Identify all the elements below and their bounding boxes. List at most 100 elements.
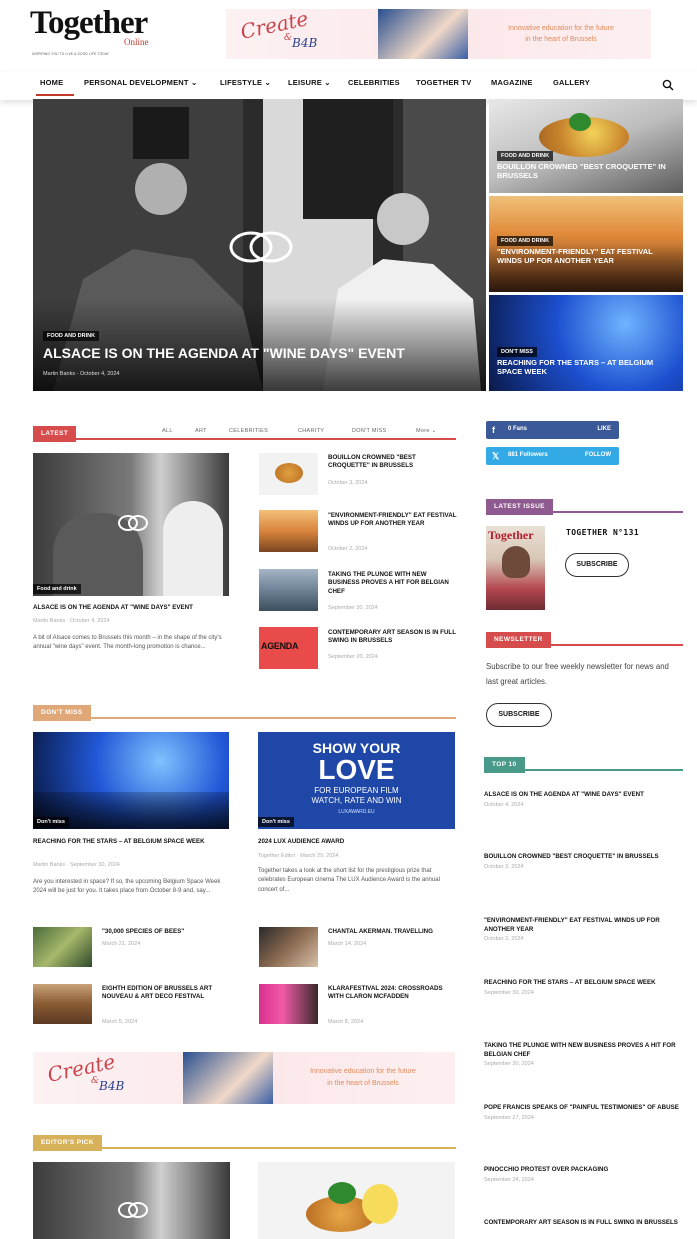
dont-miss-small-title-3[interactable]: EIGHTH EDITION OF BRUSSELS ART NOUVEAU &… bbox=[102, 985, 232, 1002]
facebook-follow-widget[interactable]: f 0 Fans LIKE bbox=[486, 421, 619, 439]
banner-amp: & bbox=[284, 33, 293, 43]
editors-pick-thumb-1[interactable] bbox=[33, 1162, 230, 1239]
category-badge[interactable]: FOOD AND DRINK bbox=[497, 151, 554, 161]
newsletter-label: NEWSLETTER bbox=[486, 632, 551, 648]
nav-magazine[interactable]: MAGAZINE bbox=[491, 78, 533, 87]
category-badge[interactable]: Don't miss bbox=[258, 817, 294, 827]
editors-pick-label: EDITOR'S PICK bbox=[33, 1135, 102, 1151]
latest-list-date-3: September 30, 2024 bbox=[328, 605, 378, 611]
dont-miss-right-title[interactable]: 2024 LUX AUDIENCE AWARD bbox=[258, 838, 455, 846]
hero-side-title-3[interactable]: REACHING FOR THE STARS – AT BELGIUM SPAC… bbox=[497, 358, 677, 376]
hero-side-title-2[interactable]: "ENVIRONMENT-FRIENDLY" EAT FESTIVAL WIND… bbox=[497, 247, 677, 265]
top10-item-8[interactable]: CONTEMPORARY ART SEASON IS IN FULL SWING… bbox=[484, 1219, 684, 1228]
top10-item-1[interactable]: ALSACE IS ON THE AGENDA AT "WINE DAYS" E… bbox=[484, 791, 684, 808]
newsletter-subscribe-button[interactable]: SUBSCRIBE bbox=[486, 703, 552, 727]
latest-list-thumb-3[interactable] bbox=[259, 569, 318, 611]
hero-side-article-3[interactable]: DON'T MISS REACHING FOR THE STARS – AT B… bbox=[489, 295, 683, 391]
tab-dont-miss[interactable]: DON'T MISS bbox=[352, 428, 387, 434]
header-banner-ad[interactable]: Create & B4B Innovative education for th… bbox=[226, 9, 651, 59]
category-badge[interactable]: FOOD AND DRINK bbox=[43, 331, 100, 341]
latest-list-date-1: October 3, 2024 bbox=[328, 480, 368, 486]
tab-celebrities[interactable]: CELEBRITIES bbox=[229, 428, 268, 434]
banner-brand: B4B bbox=[99, 1079, 125, 1093]
hero-side-title-1[interactable]: BOUILLON CROWNED "BEST CROQUETTE" IN BRU… bbox=[497, 162, 677, 180]
latest-main-title[interactable]: ALSACE IS ON THE AGENDA AT "WINE DAYS" E… bbox=[33, 604, 233, 612]
subscribe-button[interactable]: SUBSCRIBE bbox=[565, 553, 629, 577]
dont-miss-small-title-4[interactable]: KLARAFESTIVAL 2024: CROSSROADS WITH CLAR… bbox=[328, 985, 458, 1002]
lux-ad-line-5: LUXAWARD.EU bbox=[338, 809, 375, 815]
dont-miss-small-title-1[interactable]: "30,000 SPECIES OF BEES" bbox=[102, 928, 232, 936]
nav-leisure[interactable]: LEISURE ⌄ bbox=[288, 78, 331, 87]
dont-miss-small-title-2[interactable]: CHANTAL AKERMAN. TRAVELLING bbox=[328, 928, 458, 936]
x-twitter-icon: 𝕏 bbox=[492, 451, 500, 461]
tab-all[interactable]: ALL bbox=[162, 428, 173, 434]
dont-miss-left-thumb[interactable]: Don't miss bbox=[33, 732, 229, 829]
nav-gallery[interactable]: GALLERY bbox=[553, 78, 590, 87]
hero-side-article-1[interactable]: FOOD AND DRINK BOUILLON CROWNED "BEST CR… bbox=[489, 99, 683, 193]
top10-item-6[interactable]: POPE FRANCIS SPEAKS OF "PAINFUL TESTIMON… bbox=[484, 1104, 684, 1121]
dont-miss-small-thumb-3[interactable] bbox=[33, 984, 92, 1024]
dont-miss-right-excerpt: Together takes a look at the short list … bbox=[258, 868, 440, 893]
twitter-follow-widget[interactable]: 𝕏 881 Followers FOLLOW bbox=[486, 447, 619, 465]
mid-banner-ad[interactable]: Create & B4B Innovative education for th… bbox=[33, 1052, 455, 1104]
nav-together-tv[interactable]: TOGETHER TV bbox=[416, 78, 471, 87]
latest-list-thumb-1[interactable] bbox=[259, 453, 318, 495]
top10-item-3[interactable]: "ENVIRONMENT-FRIENDLY" EAT FESTIVAL WIND… bbox=[484, 917, 684, 942]
top10-label: TOP 10 bbox=[484, 757, 525, 773]
category-badge[interactable]: FOOD AND DRINK bbox=[497, 236, 554, 246]
category-badge[interactable]: Food and drink bbox=[33, 584, 81, 594]
logo-subtitle: Online bbox=[124, 37, 149, 47]
tab-charity[interactable]: CHARITY bbox=[298, 428, 324, 434]
site-logo[interactable]: Together bbox=[30, 7, 148, 40]
editors-pick-thumb-2[interactable] bbox=[258, 1162, 455, 1239]
dont-miss-small-thumb-2[interactable] bbox=[259, 927, 318, 967]
hero-main-title[interactable]: ALSACE IS ON THE AGENDA AT "WINE DAYS" E… bbox=[43, 345, 463, 361]
banner-photo bbox=[378, 9, 468, 59]
issue-title[interactable]: TOGETHER N°131 bbox=[566, 528, 639, 537]
latest-list-thumb-4[interactable]: AGENDA bbox=[259, 627, 318, 669]
latest-list-title-1[interactable]: BOUILLON CROWNED "BEST CROQUETTE" IN BRU… bbox=[328, 454, 458, 471]
magazine-cover[interactable]: Together bbox=[486, 526, 545, 610]
latest-list-title-2[interactable]: "ENVIRONMENT-FRIENDLY" EAT FESTIVAL WIND… bbox=[328, 512, 458, 529]
category-badge[interactable]: Don't miss bbox=[33, 817, 69, 827]
twitter-follow-button[interactable]: FOLLOW bbox=[585, 452, 611, 458]
latest-main-excerpt: A bit of Alsace comes to Brussels this m… bbox=[33, 635, 222, 651]
top10-item-4[interactable]: REACHING FOR THE STARS – AT BELGIUM SPAC… bbox=[484, 979, 684, 996]
dont-miss-left-title[interactable]: REACHING FOR THE STARS – AT BELGIUM SPAC… bbox=[33, 838, 229, 846]
dont-miss-small-date-3: March 5, 2024 bbox=[102, 1019, 138, 1025]
top10-item-2[interactable]: BOUILLON CROWNED "BEST CROQUETTE" IN BRU… bbox=[484, 853, 684, 870]
dont-miss-right-thumb[interactable]: SHOW YOUR LOVE FOR EUROPEAN FILM WATCH, … bbox=[258, 732, 455, 829]
latest-main-meta: Martin Banks · October 4, 2024 bbox=[33, 618, 110, 624]
category-badge[interactable]: DON'T MISS bbox=[497, 347, 537, 357]
cover-portrait bbox=[502, 546, 530, 578]
latest-main-thumb[interactable]: Food and drink bbox=[33, 453, 229, 596]
hero-side-article-2[interactable]: FOOD AND DRINK "ENVIRONMENT-FRIENDLY" EA… bbox=[489, 196, 683, 292]
nav-lifestyle[interactable]: LIFESTYLE ⌄ bbox=[220, 78, 271, 87]
banner-line-2: in the heart of Brussels bbox=[525, 36, 597, 43]
post-date: October 4, 2024 bbox=[70, 618, 110, 624]
dont-miss-label: DON'T MISS bbox=[33, 705, 91, 721]
tab-more[interactable]: More ⌄ bbox=[416, 428, 436, 434]
lux-ad-line-4: WATCH, RATE AND WIN bbox=[311, 796, 402, 805]
latest-list-title-4[interactable]: CONTEMPORARY ART SEASON IS IN FULL SWING… bbox=[328, 629, 458, 646]
top10-item-7[interactable]: PINOCCHIO PROTEST OVER PACKAGING Septembe… bbox=[484, 1166, 684, 1183]
hero-main-meta: Martin Banks · October 4, 2024 bbox=[43, 371, 120, 377]
author-name[interactable]: Martin Banks bbox=[43, 371, 75, 377]
facebook-like-button[interactable]: LIKE bbox=[597, 426, 611, 432]
hero-main-article[interactable]: FOOD AND DRINK ALSACE IS ON THE AGENDA A… bbox=[33, 99, 486, 391]
search-icon[interactable] bbox=[662, 78, 674, 91]
nav-personal-development[interactable]: PERSONAL DEVELOPMENT ⌄ bbox=[84, 78, 198, 87]
site-tagline: INSPIRING YOU TO LIVE A GOOD LIFE TODAY bbox=[32, 52, 110, 56]
author-name[interactable]: Together Editor bbox=[258, 853, 295, 859]
author-name[interactable]: Martin Banks bbox=[33, 862, 65, 868]
tab-art[interactable]: ART bbox=[195, 428, 207, 434]
nav-celebrities[interactable]: CELEBRITIES bbox=[348, 78, 400, 87]
author-name[interactable]: Martin Banks bbox=[33, 618, 65, 624]
latest-list-title-3[interactable]: TAKING THE PLUNGE WITH NEW BUSINESS PROV… bbox=[328, 571, 458, 596]
dont-miss-small-thumb-1[interactable] bbox=[33, 927, 92, 967]
top10-item-5[interactable]: TAKING THE PLUNGE WITH NEW BUSINESS PROV… bbox=[484, 1042, 684, 1067]
latest-list-thumb-2[interactable] bbox=[259, 510, 318, 552]
nav-home[interactable]: HOME bbox=[40, 78, 63, 87]
dont-miss-small-thumb-4[interactable] bbox=[259, 984, 318, 1024]
dont-miss-small-date-2: March 14, 2024 bbox=[328, 941, 367, 947]
